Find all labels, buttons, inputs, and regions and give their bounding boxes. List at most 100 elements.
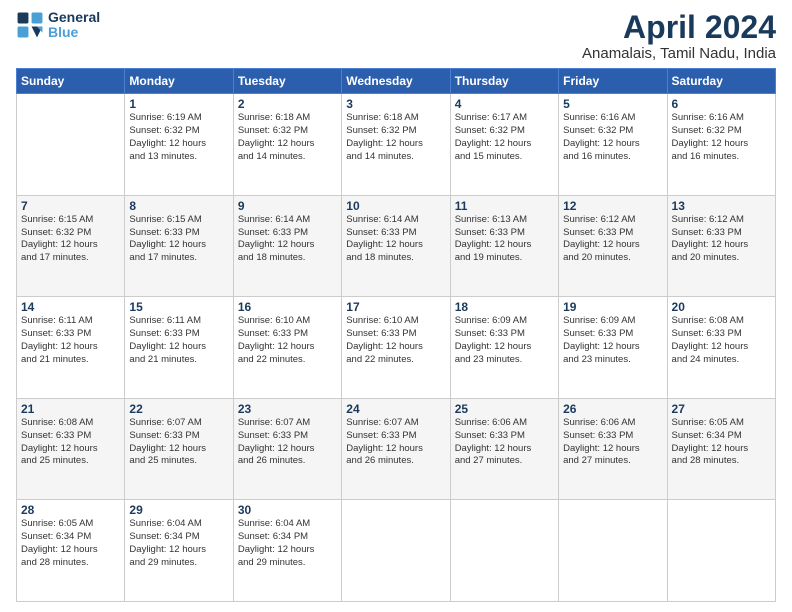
calendar-day-header: Monday <box>125 69 233 94</box>
calendar-cell <box>342 500 450 602</box>
day-number: 28 <box>21 503 120 517</box>
day-number: 22 <box>129 402 228 416</box>
day-info: Sunrise: 6:08 AM Sunset: 6:33 PM Dayligh… <box>672 315 771 366</box>
calendar-cell: 28Sunrise: 6:05 AM Sunset: 6:34 PM Dayli… <box>17 500 125 602</box>
calendar-cell <box>450 500 558 602</box>
day-info: Sunrise: 6:17 AM Sunset: 6:32 PM Dayligh… <box>455 112 554 163</box>
calendar-cell: 4Sunrise: 6:17 AM Sunset: 6:32 PM Daylig… <box>450 94 558 196</box>
calendar-cell: 2Sunrise: 6:18 AM Sunset: 6:32 PM Daylig… <box>233 94 341 196</box>
calendar-cell: 6Sunrise: 6:16 AM Sunset: 6:32 PM Daylig… <box>667 94 775 196</box>
calendar-cell: 27Sunrise: 6:05 AM Sunset: 6:34 PM Dayli… <box>667 398 775 500</box>
calendar-cell: 29Sunrise: 6:04 AM Sunset: 6:34 PM Dayli… <box>125 500 233 602</box>
day-number: 1 <box>129 97 228 111</box>
calendar-day-header: Saturday <box>667 69 775 94</box>
day-number: 18 <box>455 300 554 314</box>
calendar-cell: 7Sunrise: 6:15 AM Sunset: 6:32 PM Daylig… <box>17 195 125 297</box>
day-info: Sunrise: 6:15 AM Sunset: 6:33 PM Dayligh… <box>129 214 228 265</box>
day-number: 23 <box>238 402 337 416</box>
calendar-cell: 24Sunrise: 6:07 AM Sunset: 6:33 PM Dayli… <box>342 398 450 500</box>
header: General Blue April 2024 Anamalais, Tamil… <box>16 10 776 62</box>
calendar-cell: 5Sunrise: 6:16 AM Sunset: 6:32 PM Daylig… <box>559 94 667 196</box>
day-number: 4 <box>455 97 554 111</box>
day-info: Sunrise: 6:09 AM Sunset: 6:33 PM Dayligh… <box>563 315 662 366</box>
day-info: Sunrise: 6:12 AM Sunset: 6:33 PM Dayligh… <box>563 214 662 265</box>
calendar-cell: 18Sunrise: 6:09 AM Sunset: 6:33 PM Dayli… <box>450 297 558 399</box>
day-info: Sunrise: 6:08 AM Sunset: 6:33 PM Dayligh… <box>21 417 120 468</box>
main-title: April 2024 <box>582 10 776 45</box>
calendar-week-row: 21Sunrise: 6:08 AM Sunset: 6:33 PM Dayli… <box>17 398 776 500</box>
day-info: Sunrise: 6:07 AM Sunset: 6:33 PM Dayligh… <box>129 417 228 468</box>
calendar-cell: 16Sunrise: 6:10 AM Sunset: 6:33 PM Dayli… <box>233 297 341 399</box>
calendar-cell: 26Sunrise: 6:06 AM Sunset: 6:33 PM Dayli… <box>559 398 667 500</box>
day-number: 11 <box>455 199 554 213</box>
calendar-cell: 8Sunrise: 6:15 AM Sunset: 6:33 PM Daylig… <box>125 195 233 297</box>
calendar-week-row: 1Sunrise: 6:19 AM Sunset: 6:32 PM Daylig… <box>17 94 776 196</box>
calendar-cell: 10Sunrise: 6:14 AM Sunset: 6:33 PM Dayli… <box>342 195 450 297</box>
calendar-cell: 21Sunrise: 6:08 AM Sunset: 6:33 PM Dayli… <box>17 398 125 500</box>
logo-text: General Blue <box>48 10 100 41</box>
day-number: 20 <box>672 300 771 314</box>
calendar-cell: 3Sunrise: 6:18 AM Sunset: 6:32 PM Daylig… <box>342 94 450 196</box>
day-number: 29 <box>129 503 228 517</box>
day-number: 25 <box>455 402 554 416</box>
day-info: Sunrise: 6:10 AM Sunset: 6:33 PM Dayligh… <box>238 315 337 366</box>
calendar-table: SundayMondayTuesdayWednesdayThursdayFrid… <box>16 68 776 602</box>
day-info: Sunrise: 6:07 AM Sunset: 6:33 PM Dayligh… <box>238 417 337 468</box>
day-info: Sunrise: 6:06 AM Sunset: 6:33 PM Dayligh… <box>563 417 662 468</box>
day-info: Sunrise: 6:16 AM Sunset: 6:32 PM Dayligh… <box>563 112 662 163</box>
calendar-header-row: SundayMondayTuesdayWednesdayThursdayFrid… <box>17 69 776 94</box>
logo-line2: Blue <box>48 25 100 40</box>
day-info: Sunrise: 6:10 AM Sunset: 6:33 PM Dayligh… <box>346 315 445 366</box>
calendar-day-header: Sunday <box>17 69 125 94</box>
day-number: 12 <box>563 199 662 213</box>
calendar-cell: 1Sunrise: 6:19 AM Sunset: 6:32 PM Daylig… <box>125 94 233 196</box>
day-info: Sunrise: 6:04 AM Sunset: 6:34 PM Dayligh… <box>129 518 228 569</box>
day-info: Sunrise: 6:13 AM Sunset: 6:33 PM Dayligh… <box>455 214 554 265</box>
day-info: Sunrise: 6:14 AM Sunset: 6:33 PM Dayligh… <box>238 214 337 265</box>
day-number: 15 <box>129 300 228 314</box>
day-number: 27 <box>672 402 771 416</box>
logo-line1: General <box>48 10 100 25</box>
logo-icon <box>16 11 44 39</box>
calendar-cell <box>667 500 775 602</box>
calendar-cell <box>559 500 667 602</box>
calendar-day-header: Wednesday <box>342 69 450 94</box>
calendar-cell: 9Sunrise: 6:14 AM Sunset: 6:33 PM Daylig… <box>233 195 341 297</box>
calendar-cell: 30Sunrise: 6:04 AM Sunset: 6:34 PM Dayli… <box>233 500 341 602</box>
day-number: 24 <box>346 402 445 416</box>
day-number: 2 <box>238 97 337 111</box>
day-info: Sunrise: 6:09 AM Sunset: 6:33 PM Dayligh… <box>455 315 554 366</box>
day-info: Sunrise: 6:18 AM Sunset: 6:32 PM Dayligh… <box>346 112 445 163</box>
day-info: Sunrise: 6:05 AM Sunset: 6:34 PM Dayligh… <box>672 417 771 468</box>
day-info: Sunrise: 6:06 AM Sunset: 6:33 PM Dayligh… <box>455 417 554 468</box>
day-info: Sunrise: 6:19 AM Sunset: 6:32 PM Dayligh… <box>129 112 228 163</box>
calendar-cell: 12Sunrise: 6:12 AM Sunset: 6:33 PM Dayli… <box>559 195 667 297</box>
day-info: Sunrise: 6:11 AM Sunset: 6:33 PM Dayligh… <box>21 315 120 366</box>
day-info: Sunrise: 6:14 AM Sunset: 6:33 PM Dayligh… <box>346 214 445 265</box>
day-info: Sunrise: 6:04 AM Sunset: 6:34 PM Dayligh… <box>238 518 337 569</box>
calendar-cell: 25Sunrise: 6:06 AM Sunset: 6:33 PM Dayli… <box>450 398 558 500</box>
calendar-cell: 19Sunrise: 6:09 AM Sunset: 6:33 PM Dayli… <box>559 297 667 399</box>
day-number: 26 <box>563 402 662 416</box>
day-info: Sunrise: 6:16 AM Sunset: 6:32 PM Dayligh… <box>672 112 771 163</box>
calendar-cell: 23Sunrise: 6:07 AM Sunset: 6:33 PM Dayli… <box>233 398 341 500</box>
day-info: Sunrise: 6:07 AM Sunset: 6:33 PM Dayligh… <box>346 417 445 468</box>
logo: General Blue <box>16 10 100 41</box>
calendar-cell: 11Sunrise: 6:13 AM Sunset: 6:33 PM Dayli… <box>450 195 558 297</box>
calendar-cell: 22Sunrise: 6:07 AM Sunset: 6:33 PM Dayli… <box>125 398 233 500</box>
calendar-day-header: Friday <box>559 69 667 94</box>
day-number: 7 <box>21 199 120 213</box>
page: General Blue April 2024 Anamalais, Tamil… <box>0 0 792 612</box>
calendar-week-row: 7Sunrise: 6:15 AM Sunset: 6:32 PM Daylig… <box>17 195 776 297</box>
calendar-cell: 17Sunrise: 6:10 AM Sunset: 6:33 PM Dayli… <box>342 297 450 399</box>
day-info: Sunrise: 6:18 AM Sunset: 6:32 PM Dayligh… <box>238 112 337 163</box>
day-number: 19 <box>563 300 662 314</box>
calendar-cell: 15Sunrise: 6:11 AM Sunset: 6:33 PM Dayli… <box>125 297 233 399</box>
day-number: 21 <box>21 402 120 416</box>
day-number: 30 <box>238 503 337 517</box>
calendar-day-header: Tuesday <box>233 69 341 94</box>
title-block: April 2024 Anamalais, Tamil Nadu, India <box>582 10 776 62</box>
subtitle: Anamalais, Tamil Nadu, India <box>582 45 776 62</box>
calendar-cell: 20Sunrise: 6:08 AM Sunset: 6:33 PM Dayli… <box>667 297 775 399</box>
calendar-week-row: 28Sunrise: 6:05 AM Sunset: 6:34 PM Dayli… <box>17 500 776 602</box>
